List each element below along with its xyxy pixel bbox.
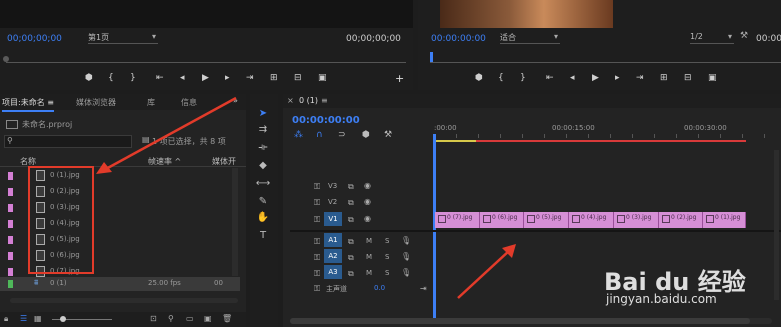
- arrow-to-clips: [457, 249, 511, 299]
- watermark-url: jingyan.baidu.com: [606, 292, 717, 306]
- arrow-to-files: [103, 96, 237, 172]
